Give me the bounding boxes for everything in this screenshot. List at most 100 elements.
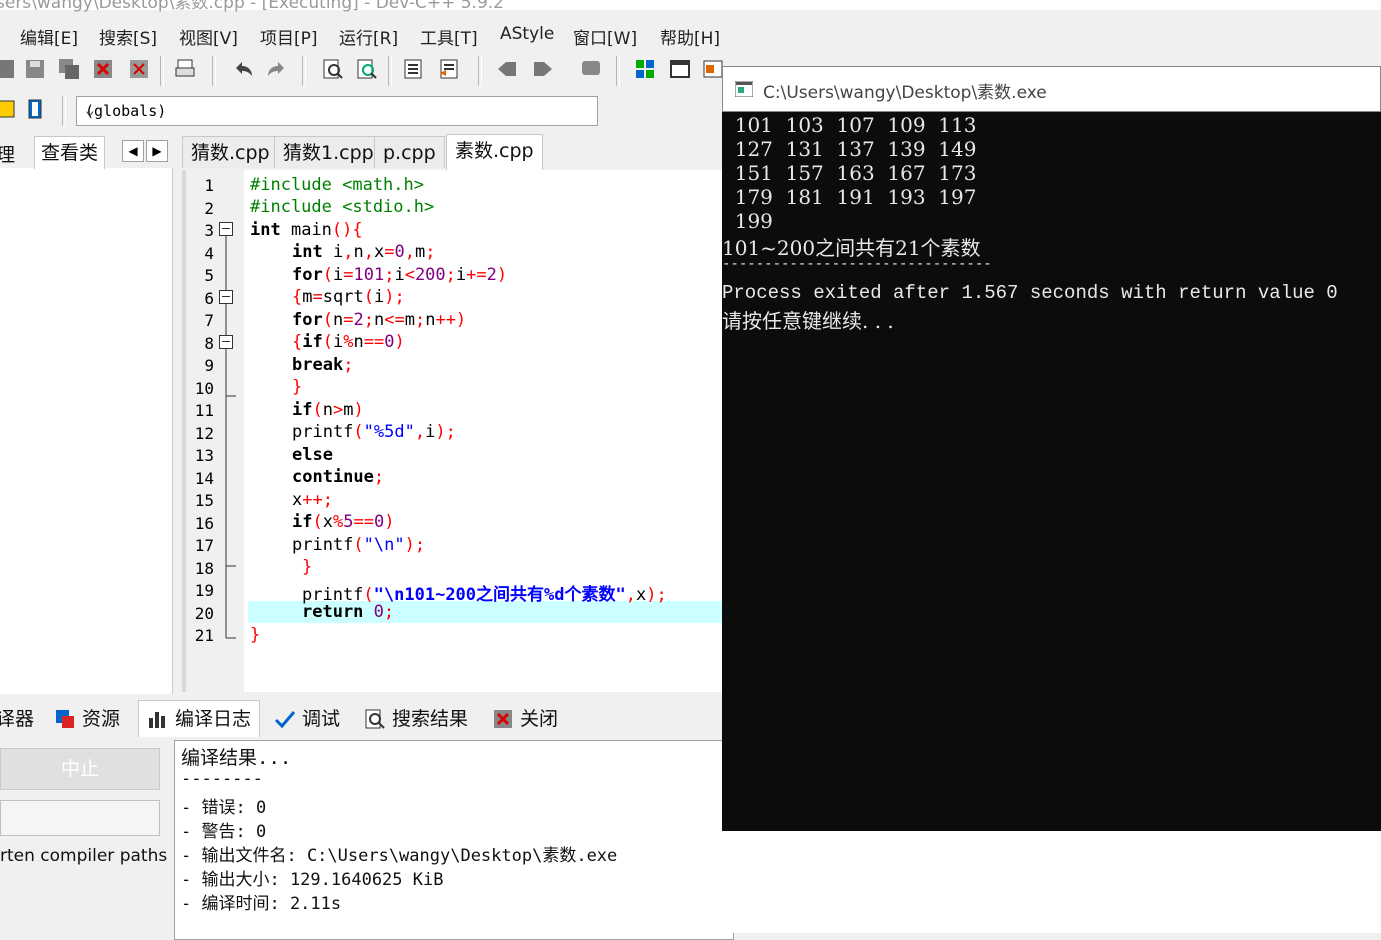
log-line: 编译结果...	[181, 747, 292, 769]
menu-bar: 编辑[E] 搜索[S] 视图[V] 项目[P] 运行[R] 工具[T] ASty…	[0, 14, 1381, 54]
undo-icon[interactable]	[230, 56, 256, 82]
fold-toggle-icon[interactable]	[219, 222, 233, 236]
console-title-bar[interactable]: C:\Users\wangy\Desktop\素数.exe	[722, 66, 1381, 112]
code-line: #include <stdio.h>	[250, 197, 435, 217]
line-number: 10	[194, 378, 214, 398]
menu-astyle[interactable]: AStyle	[500, 24, 554, 44]
log-line: - 错误: 0	[181, 798, 267, 818]
menu-project[interactable]: 项目[P]	[260, 24, 318, 49]
tab-class-view[interactable]: 查看类	[34, 136, 106, 169]
tab-file-1[interactable]: 猜数1.cpp	[274, 136, 383, 168]
code-line: x++;	[292, 490, 333, 510]
tab-file-2[interactable]: p.cpp	[374, 136, 445, 168]
close-icon	[494, 710, 512, 728]
line-number: 8	[204, 333, 214, 353]
log-line: - 编译时间: 2.11s	[181, 894, 342, 914]
code-line: break;	[292, 355, 354, 375]
line-number: 17	[194, 536, 214, 555]
find-icon[interactable]	[320, 56, 346, 82]
line-number: 3	[204, 221, 214, 240]
code-line: int main(){	[250, 220, 363, 240]
line-number: 19	[194, 581, 214, 600]
tab-debug-label: 调试	[302, 708, 341, 730]
compile-icon[interactable]	[0, 56, 18, 82]
book-icon[interactable]	[22, 96, 48, 122]
tab-project-manager[interactable]: 理	[0, 140, 15, 167]
log-line: --------	[181, 769, 263, 789]
unindent-icon[interactable]	[436, 56, 462, 82]
menu-search[interactable]: 搜索[S]	[99, 24, 157, 49]
code-line: printf("\n");	[292, 535, 426, 555]
line-number: 14	[194, 468, 214, 488]
tab-search-results[interactable]: 搜索结果	[364, 704, 468, 734]
log-line: - 输出文件名: C:\Users\wangy\Desktop\素数.exe	[181, 846, 618, 866]
menu-view[interactable]: 视图[V]	[179, 24, 238, 49]
tab-file-3[interactable]: 素数.cpp	[446, 134, 543, 170]
indent-icon[interactable]	[400, 56, 426, 82]
line-number: 13	[194, 446, 214, 465]
comment-icon[interactable]	[578, 56, 604, 82]
close-all-icon[interactable]	[126, 56, 152, 82]
code-line: for(n=2;n<=m;n++)	[292, 310, 467, 330]
line-number: 20	[194, 603, 214, 623]
console-line: 179 181 191 193 197	[722, 185, 977, 209]
tab-close-label: 关闭	[520, 708, 559, 730]
chart-icon	[149, 712, 165, 728]
tab-resources[interactable]: 资源	[54, 704, 120, 734]
code-line: #include <math.h>	[250, 175, 424, 195]
menu-tools[interactable]: 工具[T]	[420, 24, 478, 49]
code-line: }	[302, 557, 313, 577]
fold-guides	[225, 236, 236, 639]
close-file-icon[interactable]	[90, 56, 116, 82]
print-icon[interactable]	[172, 56, 198, 82]
console-output[interactable]: 101 103 107 109 113 127 131 137 139 149 …	[722, 112, 1381, 831]
layout-icon[interactable]	[632, 56, 658, 82]
stop-button[interactable]: 中止	[0, 748, 160, 790]
console-line: 151 157 163 167 173	[722, 161, 977, 185]
menu-run[interactable]: 运行[R]	[339, 24, 398, 49]
save-all-icon[interactable]	[56, 56, 82, 82]
tab-scroll-right-icon[interactable]: ▶	[146, 140, 168, 162]
code-line: continue;	[292, 467, 385, 487]
tab-scroll-left-icon[interactable]: ◀	[122, 140, 144, 162]
bookmark-prev-icon[interactable]	[494, 56, 520, 82]
tab-compile-log[interactable]: 编译日志	[138, 700, 261, 737]
line-number: 18	[194, 558, 214, 578]
line-number: 15	[194, 491, 214, 510]
window-title: sers\wangy\Desktop\素数.cpp - [Executing] …	[0, 0, 504, 13]
tab-close[interactable]: 关闭	[492, 704, 558, 734]
tab-compiler[interactable]: 译器	[0, 704, 34, 734]
window-icon[interactable]	[667, 56, 693, 82]
console-line: 请按任意键继续. . .	[722, 309, 894, 333]
line-number: 6	[204, 288, 214, 308]
compiler-paths-label: rten compiler paths	[0, 846, 168, 866]
line-number: 16	[194, 513, 214, 533]
tab-debug[interactable]: 调试	[274, 704, 340, 734]
tab-compile-log-label: 编译日志	[175, 708, 252, 730]
code-line: return 0;	[302, 602, 395, 622]
log-line: - 输出大小: 129.1640625 KiB	[181, 870, 444, 890]
console-line: --------------------------------	[722, 256, 992, 272]
bookmark-next-icon[interactable]	[530, 56, 556, 82]
menu-edit[interactable]: 编辑[E]	[20, 24, 78, 49]
line-number: 21	[194, 626, 214, 645]
compile-progress	[0, 800, 160, 836]
console-line: 199	[722, 209, 773, 233]
tab-file-0[interactable]: 猜数.cpp	[182, 136, 279, 168]
line-number: 2	[204, 198, 214, 218]
code-line: {if(i%n==0)	[292, 332, 405, 352]
line-number: 11	[194, 401, 214, 420]
project-panel-tabs: 理 查看类 ◀ ▶	[0, 134, 180, 169]
tab-compiler-label: 译器	[0, 708, 35, 730]
menu-help[interactable]: 帮助[H]	[660, 24, 720, 49]
menu-window[interactable]: 窗口[W]	[573, 24, 637, 49]
save-icon[interactable]	[22, 56, 48, 82]
console-app-icon	[735, 81, 753, 97]
line-number: 9	[204, 356, 214, 375]
file-tabs: 猜数.cpp 猜数1.cpp p.cpp 素数.cpp	[182, 134, 722, 170]
line-number: 1	[204, 176, 214, 195]
scope-select[interactable]: (globals) ⌄	[76, 96, 598, 126]
redo-icon[interactable]	[264, 56, 290, 82]
new-class-icon[interactable]	[0, 96, 18, 122]
replace-icon[interactable]	[354, 56, 380, 82]
